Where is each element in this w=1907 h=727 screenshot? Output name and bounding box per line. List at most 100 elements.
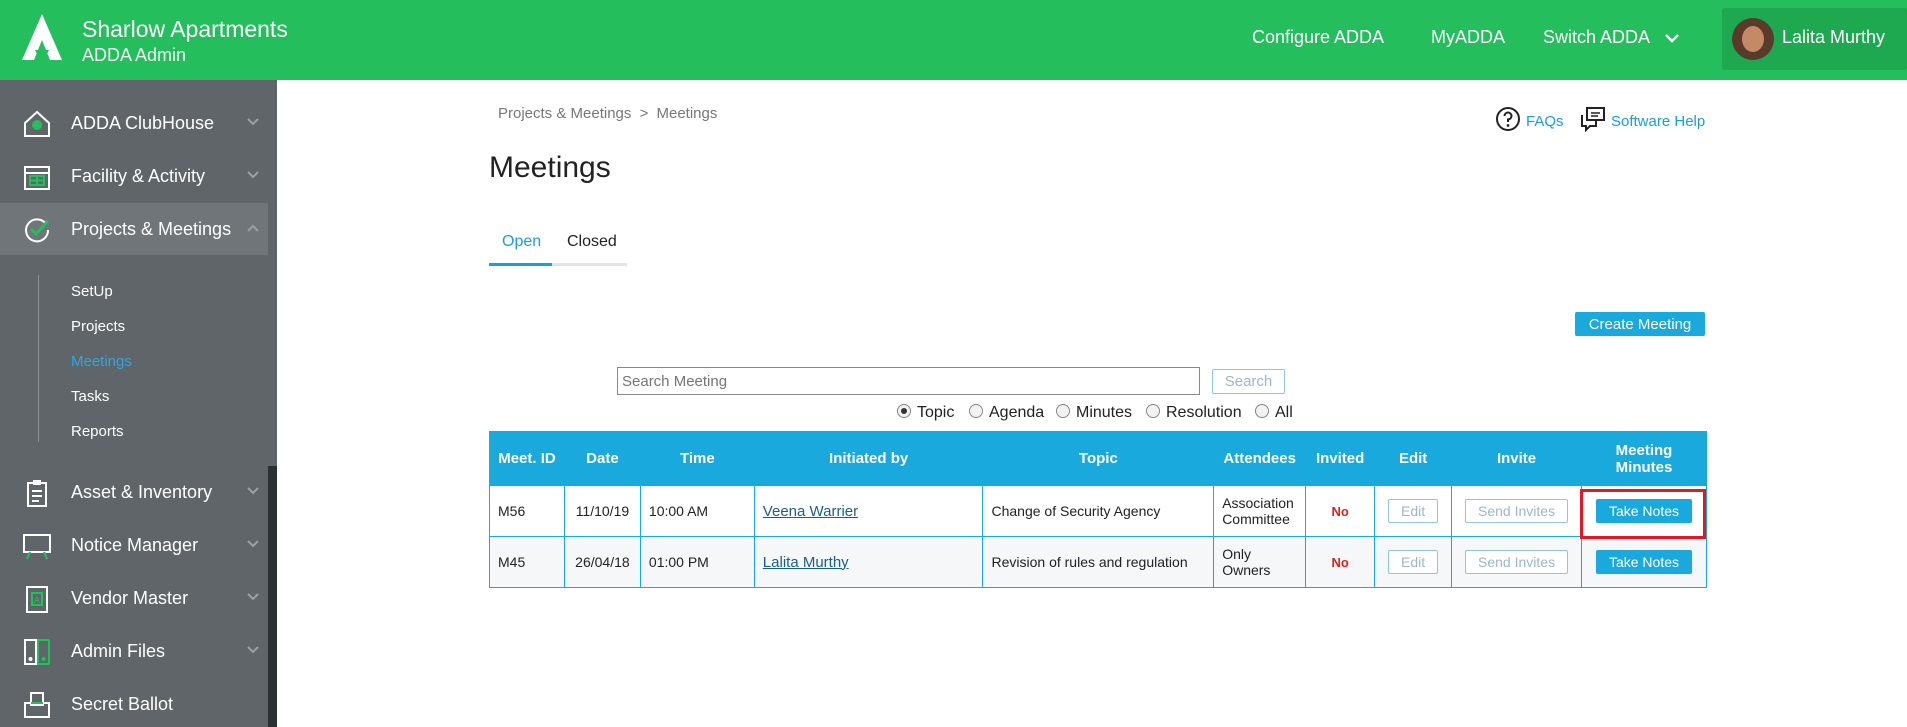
sidebar-item-facility-activity[interactable]: Facility & Activity <box>0 150 268 202</box>
search-button[interactable]: Search <box>1212 369 1285 394</box>
calendar-icon <box>24 166 50 190</box>
create-meeting-button[interactable]: Create Meeting <box>1575 312 1705 336</box>
sidebar-item-label: Secret Ballot <box>71 694 174 714</box>
column-header: Initiated by <box>753 431 984 486</box>
sidebar-item-projects-meetings[interactable]: Projects & Meetings <box>0 203 268 255</box>
initiator-cell: Lalita Murthy <box>753 536 984 588</box>
column-header: Date <box>563 431 641 486</box>
edit-button[interactable]: Edit <box>1388 550 1439 574</box>
switch-adda-link[interactable]: Switch ADDA <box>1543 27 1650 48</box>
breadcrumb-parent-link[interactable]: Projects & Meetings <box>498 105 631 122</box>
sidebar-item-label: Vendor Master <box>71 588 189 608</box>
invite-cell: Send Invites <box>1451 485 1582 537</box>
submenu-item-projects[interactable]: Projects <box>71 318 125 335</box>
sidebar-item-label: Facility & Activity <box>71 166 206 186</box>
meet-id-cell: M56 <box>489 485 565 537</box>
send-invites-button[interactable]: Send Invites <box>1465 499 1569 523</box>
edit-cell: Edit <box>1374 485 1453 537</box>
filter-label: Agenda <box>989 404 1045 421</box>
filter-label: All <box>1275 404 1293 421</box>
check-circle-icon <box>25 218 50 243</box>
minutes-cell: Take Notes <box>1581 485 1707 537</box>
filter-all[interactable]: All <box>1255 404 1293 426</box>
role-label: ADDA Admin <box>82 45 187 65</box>
filter-agenda[interactable]: Agenda <box>969 404 1044 426</box>
chevron-down-icon <box>247 646 259 654</box>
filter-label: Minutes <box>1076 404 1133 421</box>
sidebar-item-admin-files[interactable]: Admin Files <box>0 625 268 677</box>
table-header-row: Meet. ID Date Time Initiated by Topic At… <box>489 431 1707 486</box>
initiator-cell: Veena Warrier <box>753 485 984 537</box>
column-header: Edit <box>1374 431 1453 486</box>
column-header: Meet. ID <box>489 431 565 486</box>
page-title: Meetings <box>489 151 611 184</box>
initiator-link[interactable]: Veena Warrier <box>763 503 858 520</box>
column-header: Topic <box>982 431 1215 486</box>
sidebar-scrollbar[interactable] <box>268 466 277 727</box>
filter-resolution[interactable]: Resolution <box>1146 404 1242 426</box>
clubhouse-icon <box>24 110 50 137</box>
invited-cell: No <box>1305 485 1376 537</box>
tab-open-indicator <box>489 263 552 266</box>
sidebar-item-adda-clubhouse[interactable]: ADDA ClubHouse <box>0 97 268 149</box>
clipboard-icon <box>27 480 47 507</box>
sidebar-item-notice-manager[interactable]: Notice Manager <box>0 519 268 571</box>
sidebar-item-vendor-master[interactable]: A Vendor Master <box>0 572 268 624</box>
column-header: Meeting Minutes <box>1581 431 1707 486</box>
tab-open[interactable]: Open <box>502 233 541 251</box>
submenu-item-setup[interactable]: SetUp <box>71 283 113 300</box>
breadcrumb: Projects & Meetings > Meetings <box>498 105 717 122</box>
sidebar: ADDA ClubHouse Facility & Activity Proje… <box>0 80 277 727</box>
svg-text:A: A <box>34 596 41 606</box>
sidebar-item-label: Notice Manager <box>71 535 199 555</box>
chat-help-icon[interactable] <box>1580 106 1606 132</box>
filter-minutes[interactable]: Minutes <box>1056 404 1132 426</box>
breadcrumb-current: Meetings <box>656 105 718 122</box>
column-header: Invite <box>1451 431 1582 486</box>
adda-logo-icon[interactable] <box>18 12 66 62</box>
breadcrumb-separator: > <box>639 105 649 122</box>
submenu-item-reports[interactable]: Reports <box>71 423 124 440</box>
submenu-item-meetings[interactable]: Meetings <box>71 353 132 370</box>
chevron-down-icon[interactable] <box>1662 28 1682 48</box>
radio-agenda[interactable] <box>969 404 983 418</box>
minutes-cell: Take Notes <box>1581 536 1707 588</box>
community-name: Sharlow Apartments <box>82 16 288 42</box>
question-circle-icon[interactable] <box>1495 106 1521 132</box>
meet-id-cell: M45 <box>489 536 565 588</box>
edit-button[interactable]: Edit <box>1388 499 1439 523</box>
edit-cell: Edit <box>1374 536 1453 588</box>
initiator-link[interactable]: Lalita Murthy <box>763 554 849 571</box>
take-notes-button[interactable]: Take Notes <box>1595 499 1693 523</box>
sidebar-item-label: ADDA ClubHouse <box>71 113 215 133</box>
time-cell: 01:00 PM <box>639 536 755 588</box>
submenu-divider <box>38 275 39 442</box>
chevron-up-icon <box>247 224 259 232</box>
user-menu[interactable]: Lalita Murthy <box>1722 8 1907 70</box>
radio-topic[interactable] <box>897 404 911 418</box>
sidebar-item-asset-inventory[interactable]: Asset & Inventory <box>0 466 268 518</box>
radio-resolution[interactable] <box>1146 404 1160 418</box>
column-header: Invited <box>1305 431 1376 486</box>
sidebar-item-secret-ballot[interactable]: Secret Ballot <box>0 678 268 727</box>
radio-all[interactable] <box>1255 404 1269 418</box>
filter-label: Resolution <box>1166 404 1242 421</box>
search-input[interactable] <box>617 367 1200 395</box>
software-help-link[interactable]: Software Help <box>1611 113 1705 130</box>
myadda-link[interactable]: MyADDA <box>1431 27 1505 48</box>
ballot-box-icon <box>24 692 50 718</box>
filter-topic[interactable]: Topic <box>897 404 954 426</box>
topic-cell: Change of Security Agency <box>982 485 1215 537</box>
chevron-down-icon <box>247 593 259 601</box>
table-row: M45 26/04/18 01:00 PM Lalita Murthy Revi… <box>489 536 1707 588</box>
send-invites-button[interactable]: Send Invites <box>1465 550 1569 574</box>
submenu-item-tasks[interactable]: Tasks <box>71 388 109 405</box>
take-notes-button[interactable]: Take Notes <box>1595 550 1693 574</box>
attendees-cell: Association Committee <box>1213 485 1307 537</box>
faqs-link[interactable]: FAQs <box>1526 113 1564 130</box>
radio-minutes[interactable] <box>1056 404 1070 418</box>
invited-cell: No <box>1305 536 1376 588</box>
sidebar-item-label: Projects & Meetings <box>71 219 232 239</box>
tab-closed[interactable]: Closed <box>567 233 617 251</box>
configure-adda-link[interactable]: Configure ADDA <box>1252 27 1384 48</box>
